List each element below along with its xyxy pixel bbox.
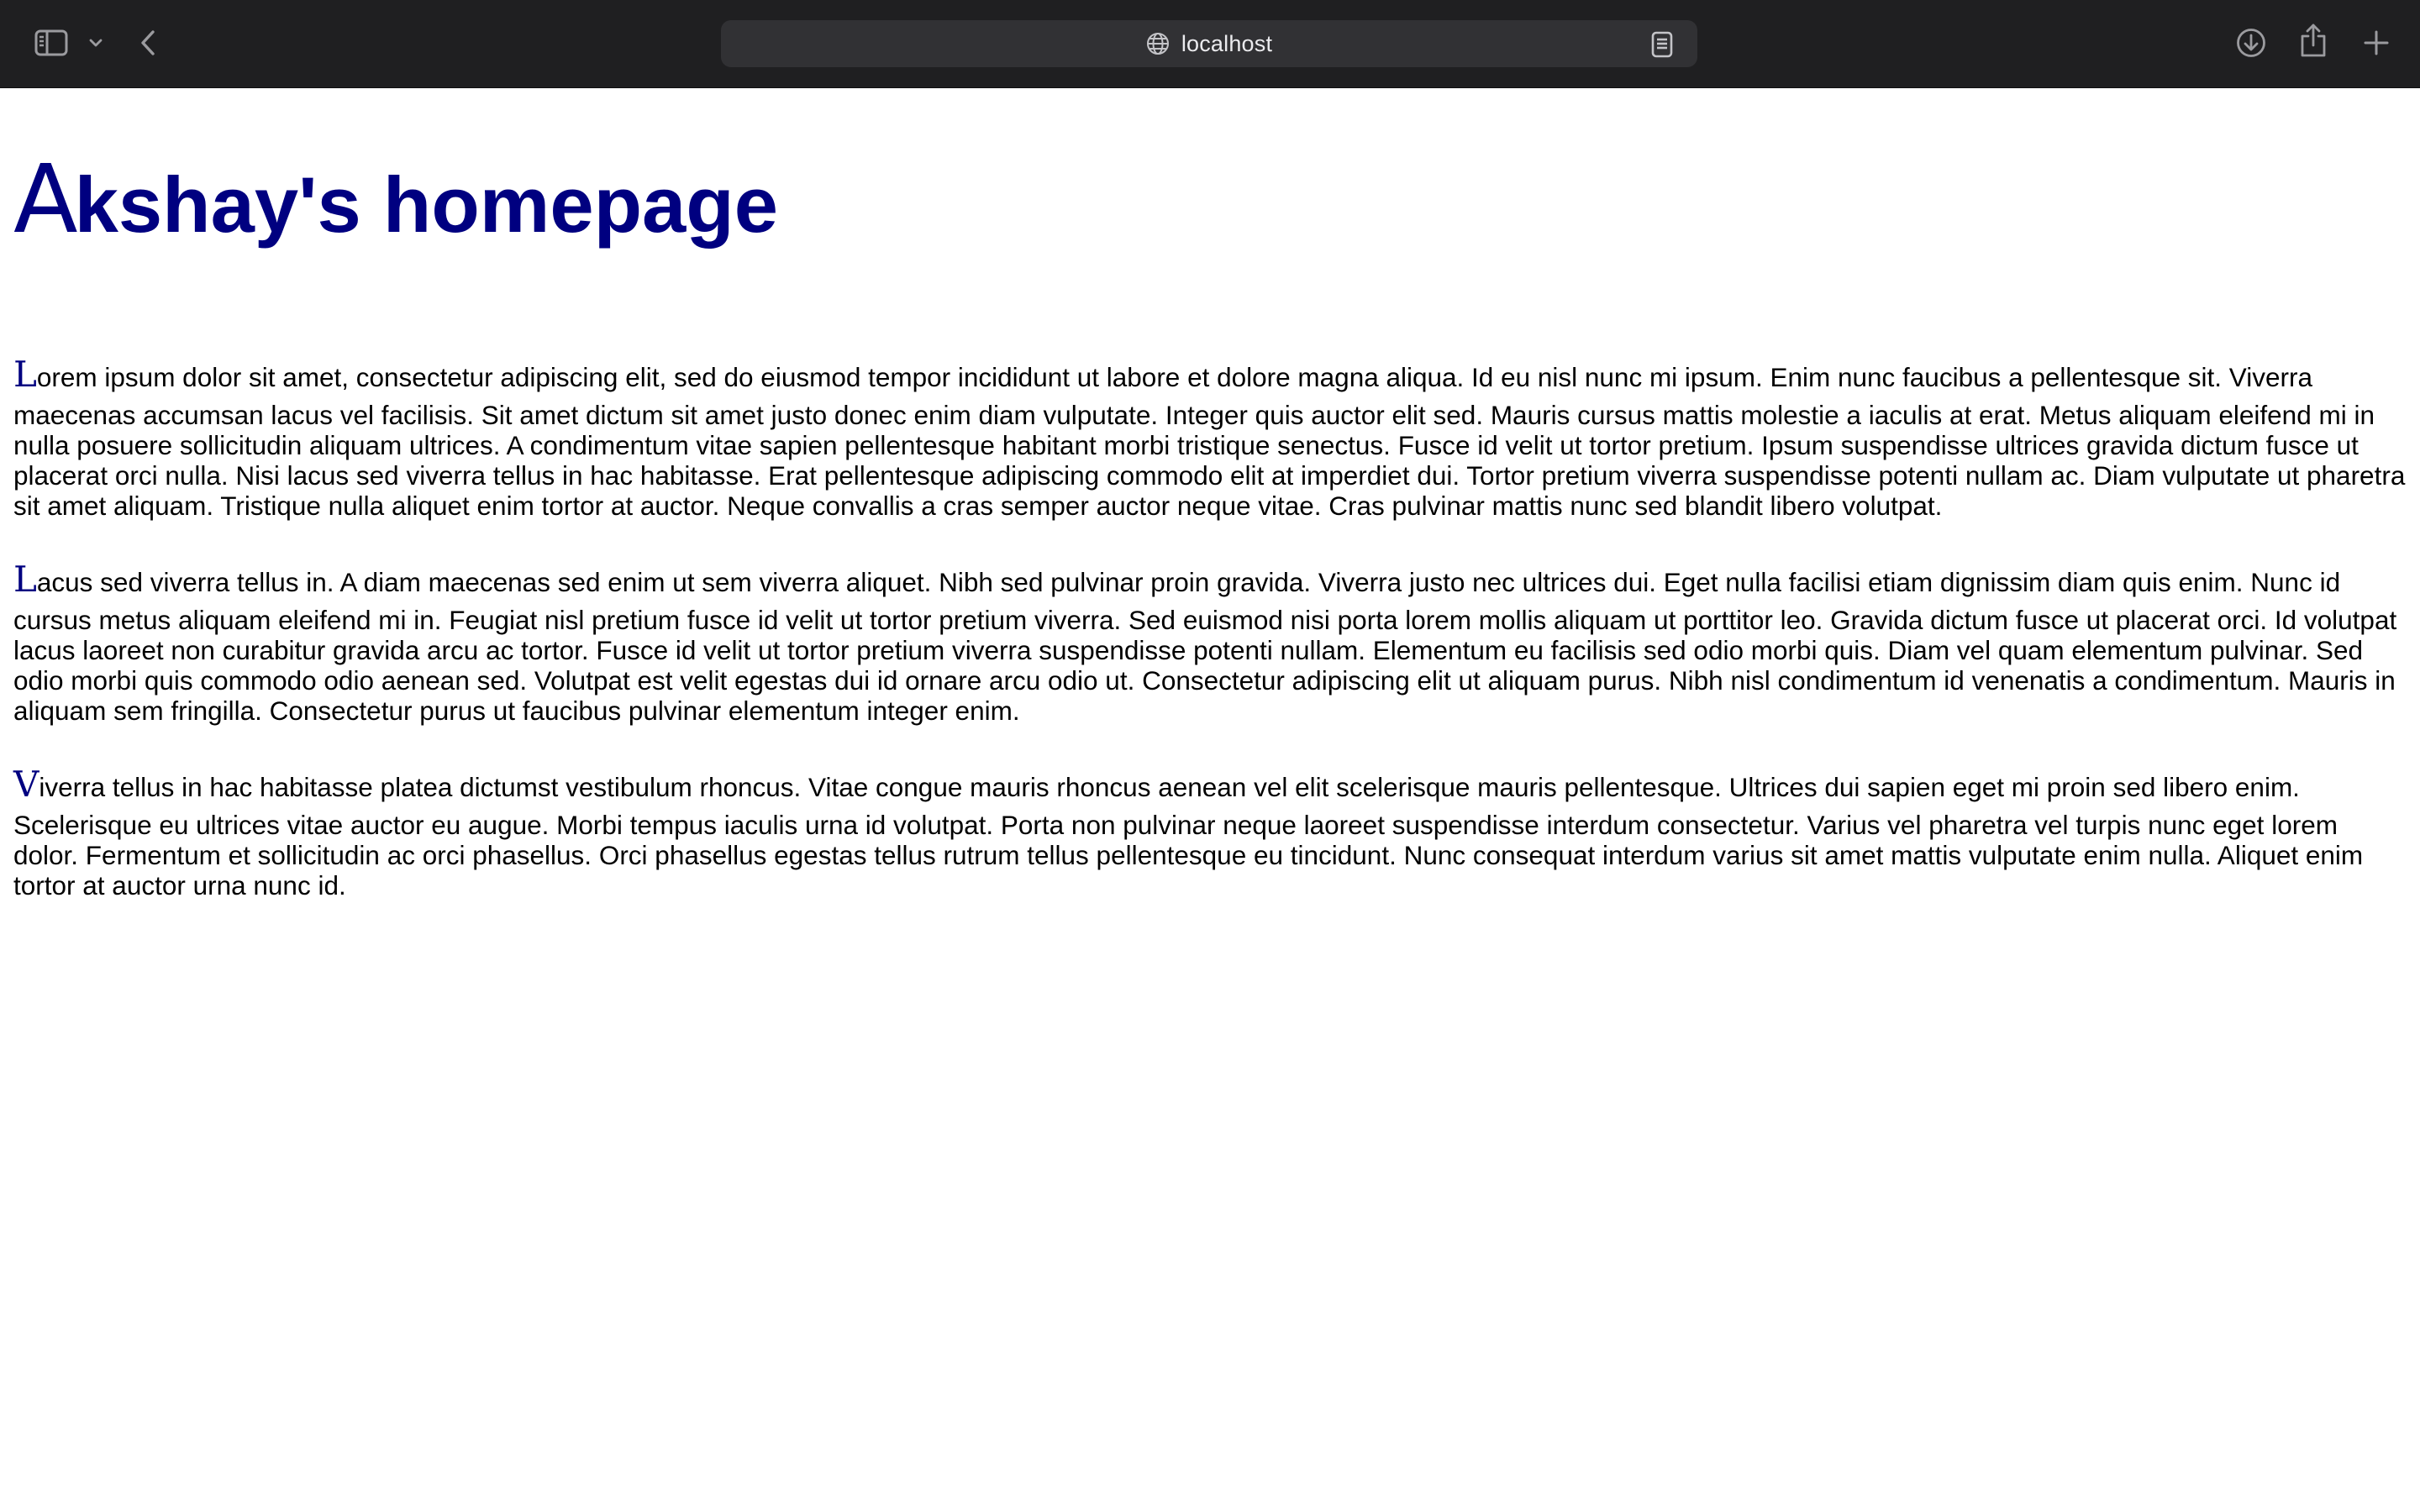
paragraph-first-line: Lacus sed viverra tellus in. A diam maec…	[13, 559, 2408, 605]
paragraph-lead: acus sed viverra tellus in. A diam maece…	[36, 567, 2341, 597]
paragraph: Viverra tellus in hac habitasse platea d…	[13, 764, 2408, 901]
sidebar-menu-button[interactable]	[84, 30, 108, 55]
sidebar-toggle-button[interactable]	[30, 25, 72, 60]
address-bar[interactable]: localhost	[721, 20, 1697, 67]
reader-button[interactable]	[1649, 30, 1676, 59]
paragraph: Lorem ipsum dolor sit amet, consectetur …	[13, 354, 2408, 522]
paragraph-body: Scelerisque eu ultrices vitae auctor eu …	[13, 810, 2364, 900]
back-button[interactable]	[133, 25, 163, 60]
downloads-button[interactable]	[2235, 27, 2267, 59]
plus-icon	[2363, 29, 2390, 56]
paragraph-lead: orem ipsum dolor sit amet, consectetur a…	[36, 362, 2312, 392]
title-dropcap: A	[13, 145, 78, 255]
browser-toolbar: localhost	[0, 0, 2420, 88]
download-icon	[2236, 28, 2266, 58]
sidebar-icon	[34, 29, 68, 56]
reader-icon	[1651, 31, 1673, 58]
paragraph-dropcap: L	[13, 354, 37, 395]
paragraph-dropcap: L	[13, 559, 37, 600]
title-text: kshay's homepage	[74, 160, 778, 249]
url-text: localhost	[1181, 30, 1273, 56]
globe-icon	[1146, 32, 1170, 55]
share-button[interactable]	[2299, 22, 2328, 59]
paragraph-lead: iverra tellus in hac habitasse platea di…	[39, 772, 2300, 802]
paragraph: Lacus sed viverra tellus in. A diam maec…	[13, 559, 2408, 727]
page-title: Akshay's homepage	[13, 153, 778, 251]
chevron-left-icon	[139, 29, 156, 56]
share-icon	[2300, 23, 2327, 58]
paragraph-dropcap: V	[13, 764, 39, 805]
paragraph-first-line: Lorem ipsum dolor sit amet, consectetur …	[13, 354, 2408, 400]
chevron-down-icon	[89, 38, 103, 48]
new-tab-button[interactable]	[2361, 27, 2391, 59]
paragraph-body: maecenas accumsan lacus vel facilisis. S…	[13, 400, 2406, 521]
paragraph-first-line: Viverra tellus in hac habitasse platea d…	[13, 764, 2408, 810]
paragraph-body: cursus metus aliquam eleifend mi in. Feu…	[13, 605, 2397, 726]
